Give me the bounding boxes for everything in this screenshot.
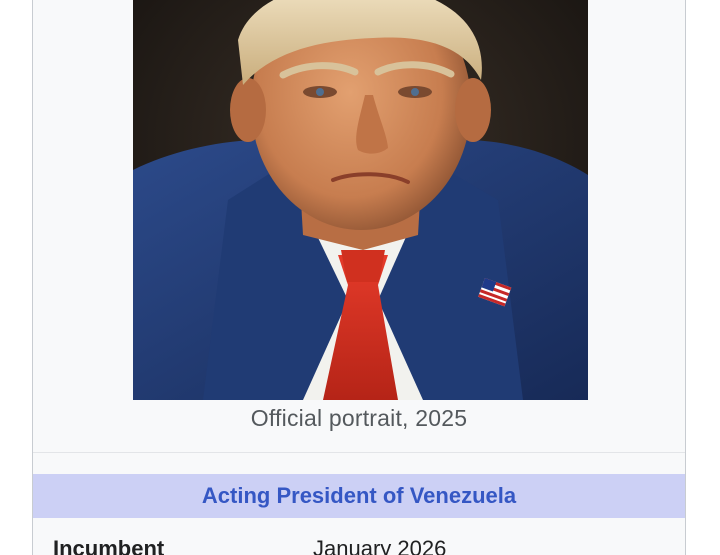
row-value: January 2026	[313, 536, 447, 555]
portrait-illustration	[133, 0, 588, 400]
section-header: Acting President of Venezuela	[33, 474, 685, 518]
divider	[33, 452, 685, 453]
infobox: Official portrait, 2025 Acting President…	[32, 0, 686, 555]
official-portrait-image[interactable]	[133, 0, 588, 400]
infobox-row-incumbent: Incumbent January 2026	[33, 530, 685, 555]
page: Official portrait, 2025 Acting President…	[0, 0, 720, 555]
portrait-caption: Official portrait, 2025	[250, 405, 468, 431]
section-header-link[interactable]: Acting President of Venezuela	[202, 483, 516, 508]
row-label: Incumbent	[53, 536, 165, 555]
